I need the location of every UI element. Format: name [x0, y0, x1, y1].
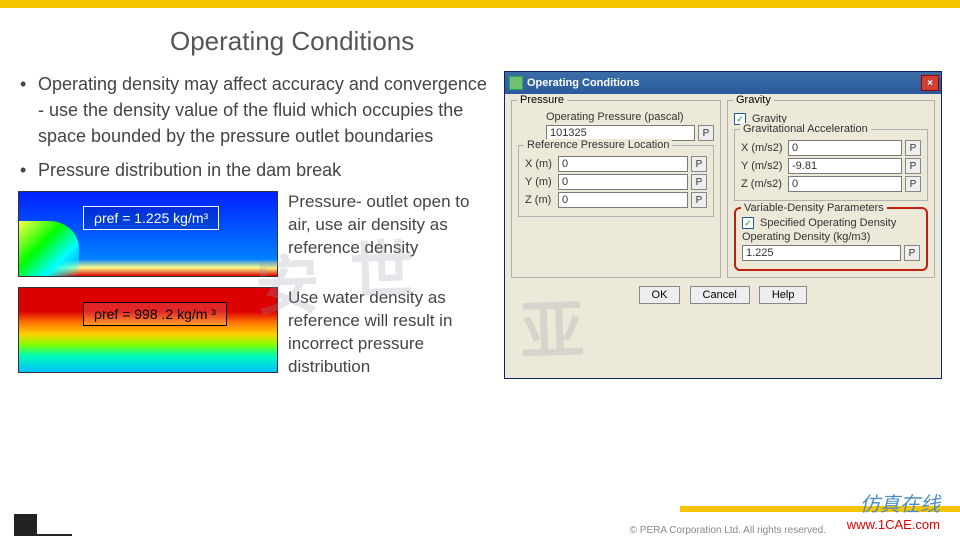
group-title: Gravitational Acceleration: [740, 123, 871, 135]
gz-input[interactable]: 0: [788, 176, 902, 192]
p-button[interactable]: P: [691, 192, 707, 208]
help-button[interactable]: Help: [759, 286, 808, 304]
y-input[interactable]: 0: [558, 174, 688, 190]
gravity-group: Gravity ✓ Gravity Gravitational Accelera…: [727, 100, 935, 278]
left-column: Operating density may affect accuracy an…: [18, 71, 494, 379]
p-button[interactable]: P: [698, 125, 714, 141]
brand-cn-text: 仿真在线: [847, 488, 940, 517]
top-accent-bar: [0, 0, 960, 8]
group-title: Gravity: [733, 94, 774, 106]
pressure-plot-air: ρref = 1.225 kg/m³: [18, 191, 278, 277]
ref-pressure-location-group: Reference Pressure Location X (m) 0 P Y …: [518, 145, 714, 217]
footer: © PERA Corporation Ltd. All rights reser…: [14, 514, 946, 536]
p-button[interactable]: P: [905, 176, 921, 192]
bullet-item: Pressure distribution in the dam break: [18, 157, 494, 183]
p-button[interactable]: P: [905, 140, 921, 156]
gy-input[interactable]: -9.81: [788, 158, 902, 174]
spec-op-density-label: Specified Operating Density: [760, 217, 896, 229]
p-button[interactable]: P: [691, 174, 707, 190]
copyright-text: © PERA Corporation Ltd. All rights reser…: [630, 525, 826, 536]
dialog-icon: [509, 76, 523, 90]
op-pressure-label: Operating Pressure (pascal): [546, 111, 714, 123]
brand-overlay: 仿真在线 www.1CAE.com: [847, 488, 940, 532]
p-button[interactable]: P: [691, 156, 707, 172]
figure-desc: Use water density as reference will resu…: [288, 287, 488, 379]
content-area: Operating density may affect accuracy an…: [0, 71, 960, 379]
ok-button[interactable]: OK: [639, 286, 681, 304]
x-label: X (m): [525, 158, 555, 170]
pera-logo: [14, 514, 72, 536]
y-label: Y (m): [525, 176, 555, 188]
grav-accel-group: Gravitational Acceleration X (m/s2) 0 P …: [734, 129, 928, 201]
p-button[interactable]: P: [904, 245, 920, 261]
close-icon[interactable]: ×: [921, 75, 939, 91]
gx-label: X (m/s2): [741, 142, 785, 154]
bullet-list: Operating density may affect accuracy an…: [18, 71, 494, 183]
pressure-group: Pressure Operating Pressure (pascal) 101…: [511, 100, 721, 278]
op-density-input[interactable]: 1.225: [742, 245, 901, 261]
figure-desc: Pressure- outlet open to air, use air de…: [288, 191, 488, 277]
variable-density-group: Variable-Density Parameters ✓ Specified …: [734, 207, 928, 271]
group-title: Reference Pressure Location: [524, 139, 672, 151]
gy-label: Y (m/s2): [741, 160, 785, 172]
gx-input[interactable]: 0: [788, 140, 902, 156]
pressure-plot-water: ρref = 998 .2 kg/m ³: [18, 287, 278, 373]
page-title: Operating Conditions: [170, 26, 960, 57]
operating-conditions-dialog: Operating Conditions × Pressure Operatin…: [504, 71, 942, 379]
gz-label: Z (m/s2): [741, 178, 785, 190]
group-title: Variable-Density Parameters: [741, 202, 887, 214]
dialog-button-row: OK Cancel Help: [505, 280, 941, 312]
z-label: Z (m): [525, 194, 555, 206]
spec-op-density-checkbox[interactable]: ✓: [742, 217, 754, 229]
dialog-titlebar[interactable]: Operating Conditions ×: [505, 72, 941, 94]
dialog-title: Operating Conditions: [527, 77, 921, 89]
cancel-button[interactable]: Cancel: [690, 286, 750, 304]
x-input[interactable]: 0: [558, 156, 688, 172]
op-density-label: Operating Density (kg/m3): [742, 231, 920, 243]
figure-row-2: ρref = 998 .2 kg/m ³ Use water density a…: [18, 287, 494, 379]
group-title: Pressure: [517, 94, 567, 106]
rho-ref-label: ρref = 998 .2 kg/m ³: [83, 302, 227, 326]
dialog-body: Pressure Operating Pressure (pascal) 101…: [505, 94, 941, 280]
brand-url: www.1CAE.com: [847, 517, 940, 532]
figure-row-1: ρref = 1.225 kg/m³ Pressure- outlet open…: [18, 191, 494, 277]
rho-ref-label: ρref = 1.225 kg/m³: [83, 206, 219, 230]
bullet-item: Operating density may affect accuracy an…: [18, 71, 494, 149]
p-button[interactable]: P: [905, 158, 921, 174]
z-input[interactable]: 0: [558, 192, 688, 208]
